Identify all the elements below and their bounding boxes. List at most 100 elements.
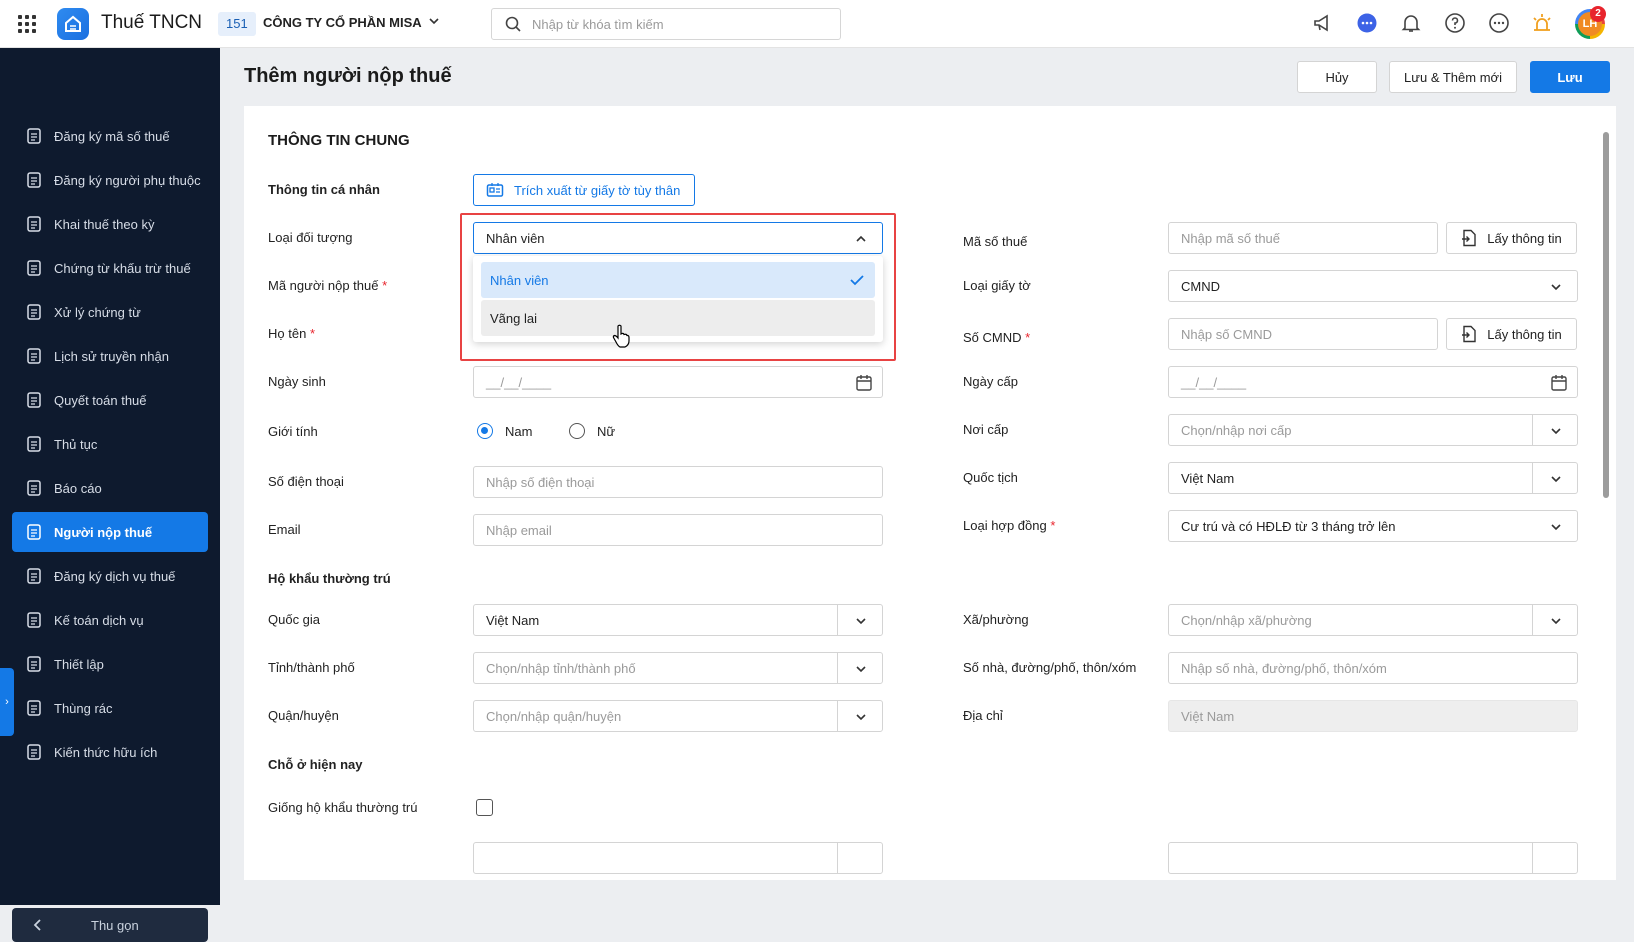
knowledge-icon	[24, 742, 44, 762]
save-button[interactable]: Lưu	[1530, 61, 1610, 93]
sidebar-item[interactable]: Xử lý chứng từ	[12, 292, 208, 332]
sidebar-item[interactable]: Khai thuế theo kỳ	[12, 204, 208, 244]
ward-select[interactable]: Chọn/nhập xã/phường	[1168, 604, 1578, 636]
tax-code-label: Mã số thuế	[963, 234, 1028, 249]
tax-code-input[interactable]: Nhập mã số thuế	[1168, 222, 1438, 254]
search-icon	[505, 16, 521, 32]
company-name[interactable]: CÔNG TY CỔ PHẦN MISA	[263, 15, 422, 30]
contract-type-select[interactable]: Cư trú và có HĐLĐ từ 3 tháng trở lên	[1168, 510, 1578, 542]
country-select[interactable]: Việt Nam	[473, 604, 883, 636]
chevron-down-icon[interactable]	[854, 710, 868, 724]
sidebar-item[interactable]: Thiết lập	[12, 644, 208, 684]
street-label: Số nhà, đường/phố, thôn/xóm	[963, 660, 1137, 675]
contract-type-label: Loại hợp đồng *	[963, 518, 1055, 533]
sidebar-item-label: Kế toán dịch vụ	[54, 612, 144, 628]
cancel-button[interactable]: Hủy	[1297, 61, 1377, 93]
collapse-label: Thu gọn	[91, 917, 139, 933]
gender-label: Giới tính	[268, 424, 318, 439]
chevron-down-icon[interactable]	[1549, 614, 1563, 628]
doc-type-label: Loại giấy tờ	[963, 278, 1031, 293]
same-as-permanent-checkbox[interactable]	[476, 799, 493, 816]
nationality-select[interactable]: Việt Nam	[1168, 462, 1578, 494]
settlement-icon	[24, 390, 44, 410]
id-number-input[interactable]: Nhập số CMND	[1168, 318, 1438, 350]
calendar-icon[interactable]	[855, 374, 873, 392]
save-and-new-button[interactable]: Lưu & Thêm mới	[1389, 61, 1517, 93]
district-select[interactable]: Chọn/nhập quận/huyện	[473, 700, 883, 732]
required-mark: *	[382, 278, 388, 293]
sidebar-item[interactable]: Đăng ký người phụ thuộc	[12, 160, 208, 200]
full-name-text: Họ tên	[268, 326, 307, 341]
get-info-label: Lấy thông tin	[1487, 230, 1562, 246]
get-info-id-button[interactable]: Lấy thông tin	[1446, 318, 1577, 350]
chevron-down-icon[interactable]	[1549, 424, 1563, 438]
gender-female-label[interactable]: Nữ	[597, 424, 615, 439]
sidebar-item[interactable]: Kế toán dịch vụ	[12, 600, 208, 640]
phone-input[interactable]: Nhập số điện thoại	[473, 466, 883, 498]
sidebar-item[interactable]: Quyết toán thuế	[12, 380, 208, 420]
sidebar-item[interactable]: Đăng ký mã số thuế	[12, 116, 208, 156]
scrollbar[interactable]	[1603, 132, 1609, 498]
app-grid-icon[interactable]	[18, 15, 36, 33]
search-input[interactable]	[532, 10, 832, 38]
chevron-down-icon[interactable]	[854, 614, 868, 628]
sidebar-item[interactable]: Lịch sử truyền nhận	[12, 336, 208, 376]
gear-icon	[24, 654, 44, 674]
taxpayer-code-label: Mã người nộp thuế *	[268, 278, 387, 293]
issue-date-label: Ngày cấp	[963, 374, 1018, 389]
pie-chart-icon	[24, 478, 44, 498]
sidebar-item[interactable]: Báo cáo	[12, 468, 208, 508]
chevron-down-icon[interactable]	[1549, 472, 1563, 486]
gender-male-radio[interactable]	[477, 423, 493, 439]
doc-type-select[interactable]: CMND	[1168, 270, 1578, 302]
sidebar-item[interactable]: Đăng ký dịch vụ thuế	[12, 556, 208, 596]
sidebar-item[interactable]: Chứng từ khấu trừ thuế	[12, 248, 208, 288]
sidebar-item[interactable]: Thùng rác	[12, 688, 208, 728]
company-code-badge[interactable]: 151	[218, 12, 256, 36]
required-mark: *	[309, 326, 315, 341]
collapse-button[interactable]: Thu gọn	[12, 908, 208, 942]
sidebar-item-label: Đăng ký mã số thuế	[54, 128, 170, 144]
extract-button-label: Trích xuất từ giấy tờ tùy thân	[514, 182, 681, 198]
gender-male-label[interactable]: Nam	[505, 424, 532, 439]
extract-from-id-button[interactable]: Trích xuất từ giấy tờ tùy thân	[473, 174, 695, 206]
sidebar-item-label: Thùng rác	[54, 700, 113, 716]
street-input[interactable]: Nhập số nhà, đường/phố, thôn/xóm	[1168, 652, 1578, 684]
search-box[interactable]	[491, 8, 841, 40]
dob-input[interactable]: __/__/____	[473, 366, 883, 398]
more-icon[interactable]	[1488, 12, 1510, 37]
chat-icon[interactable]	[1356, 12, 1378, 37]
chevron-left-icon	[33, 919, 41, 931]
country-value: Việt Nam	[486, 612, 540, 628]
email-input[interactable]: Nhập email	[473, 514, 883, 546]
issue-date-input[interactable]: __/__/____	[1168, 366, 1578, 398]
current-ward-select[interactable]	[1168, 842, 1578, 874]
gender-female-radio[interactable]	[569, 423, 585, 439]
page-title: Thêm người nộp thuế	[244, 65, 452, 87]
province-select[interactable]: Chọn/nhập tỉnh/thành phố	[473, 652, 883, 684]
calendar-icon[interactable]	[1550, 374, 1568, 392]
trash-icon	[24, 698, 44, 718]
dependents-icon	[24, 170, 44, 190]
document-check-icon	[24, 302, 44, 322]
bell-icon[interactable]	[1400, 12, 1422, 37]
sidebar-item-label: Đăng ký dịch vụ thuế	[54, 568, 176, 584]
chevron-down-icon[interactable]	[1549, 520, 1563, 534]
issue-place-select[interactable]: Chọn/nhập nơi cấp	[1168, 414, 1578, 446]
sidebar-item[interactable]: Thủ tục	[12, 424, 208, 464]
sidebar-item[interactable]: Người nộp thuế	[12, 512, 208, 552]
issue-place-placeholder: Chọn/nhập nơi cấp	[1181, 422, 1292, 438]
chevron-down-icon[interactable]	[854, 662, 868, 676]
chevron-down-icon[interactable]	[427, 14, 441, 31]
megaphone-icon[interactable]	[1312, 12, 1334, 37]
sidebar-item-label: Thủ tục	[54, 436, 98, 452]
required-mark: *	[1050, 518, 1056, 533]
lightbulb-icon[interactable]	[1531, 12, 1553, 37]
chevron-down-icon[interactable]	[1549, 280, 1563, 294]
id-scan-icon	[24, 126, 44, 146]
hand-cursor-icon	[612, 324, 630, 348]
get-info-tax-code-button[interactable]: Lấy thông tin	[1446, 222, 1577, 254]
current-country-select[interactable]	[473, 842, 883, 874]
sidebar-item[interactable]: Kiến thức hữu ích	[12, 732, 208, 772]
help-icon[interactable]	[1444, 12, 1466, 37]
